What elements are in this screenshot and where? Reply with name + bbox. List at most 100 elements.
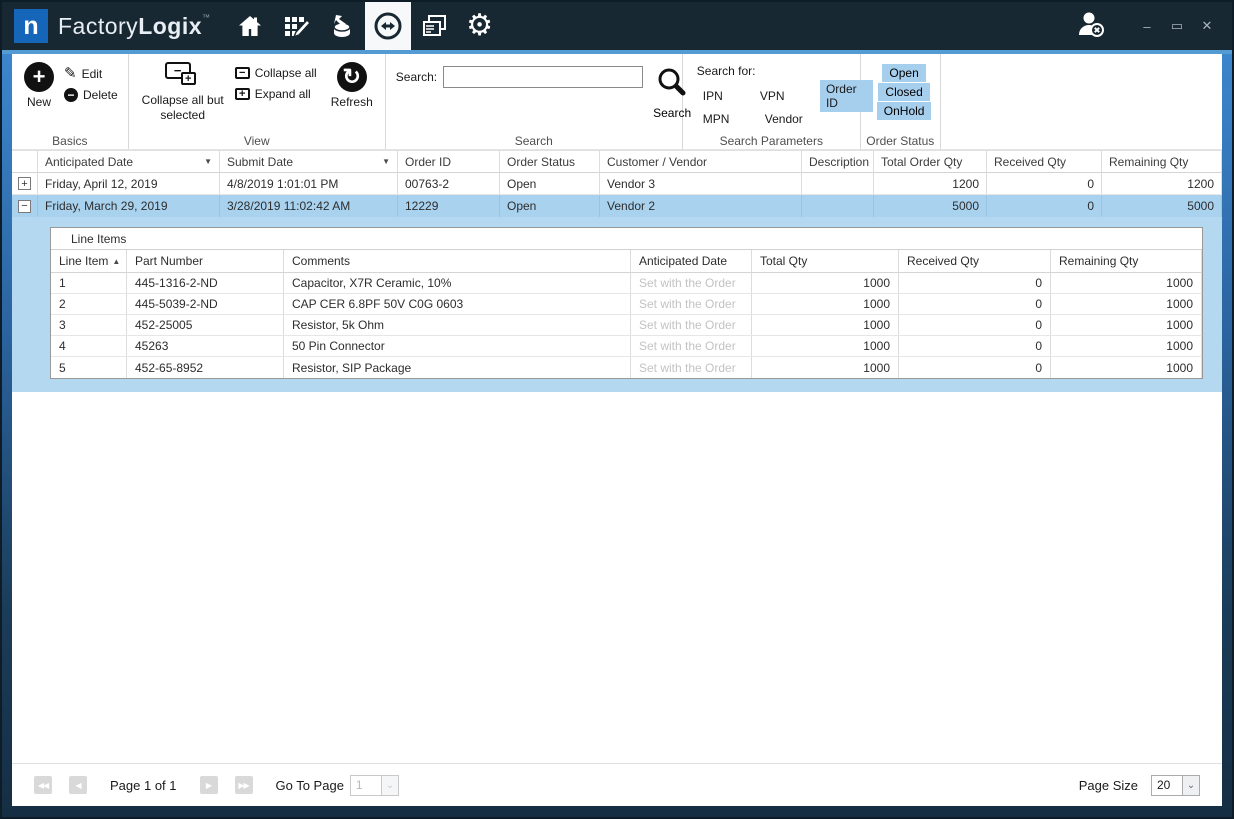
li-cell-comments: Resistor, 5k Ohm	[284, 315, 631, 335]
li-cell-received: 0	[899, 294, 1051, 314]
line-item-row-3[interactable]: 3 452-25005 Resistor, 5k Ohm Set with th…	[51, 315, 1202, 336]
li-cell-received: 0	[899, 336, 1051, 356]
params-group-label: Search Parameters	[683, 134, 860, 148]
stock-receive-icon	[328, 12, 356, 40]
column-header-order-id[interactable]: Order ID	[398, 151, 500, 173]
goto-page-combo[interactable]: 1 ⌄	[350, 775, 399, 796]
search-for-block: Search for: IPN VPN Order ID MPN Vendor	[689, 60, 880, 133]
li-header-received-qty[interactable]: Received Qty	[899, 250, 1051, 273]
cell-received-qty: 0	[987, 173, 1102, 194]
li-cell-line: 3	[51, 315, 127, 335]
expand-row-button[interactable]: +	[18, 177, 31, 190]
column-header-customer-vendor[interactable]: Customer / Vendor	[600, 151, 802, 173]
li-cell-total: 1000	[752, 357, 899, 378]
nav-materials[interactable]	[319, 2, 365, 50]
line-item-row-1[interactable]: 1 445-1316-2-ND Capacitor, X7R Ceramic, …	[51, 273, 1202, 294]
logout-user-button[interactable]	[1076, 9, 1106, 44]
pager-right: Page Size 20 ⌄	[1073, 775, 1200, 796]
user-x-icon	[1076, 26, 1106, 43]
li-cell-line: 5	[51, 357, 127, 378]
li-cell-part: 452-65-8952	[127, 357, 284, 378]
minimize-button[interactable]: –	[1132, 11, 1162, 41]
refresh-button[interactable]: ↻ Refresh	[325, 60, 379, 133]
order-row-1[interactable]: + Friday, April 12, 2019 4/8/2019 1:01:0…	[12, 173, 1222, 195]
li-cell-total: 1000	[752, 336, 899, 356]
nav-planning[interactable]	[273, 2, 319, 50]
param-vendor[interactable]: Vendor	[759, 110, 831, 128]
param-vpn[interactable]: VPN	[754, 87, 820, 105]
page-size-value: 20	[1152, 776, 1182, 795]
li-header-part-number[interactable]: Part Number	[127, 250, 284, 273]
page-indicator: Page 1 of 1	[110, 778, 177, 793]
first-page-button[interactable]: ◀◀	[34, 776, 52, 794]
gear-icon: ⚙	[466, 11, 493, 41]
line-items-header-row: Line Item ▲ Part Number Comments Anticip…	[51, 250, 1202, 273]
row-expander-cell: +	[12, 173, 38, 194]
search-input[interactable]	[443, 66, 643, 88]
previous-page-button[interactable]: ◀	[69, 776, 87, 794]
edit-button[interactable]: ✎ Edit	[64, 66, 118, 81]
title-bar: n FactoryLogix™	[2, 2, 1232, 50]
column-header-description[interactable]: Description	[802, 151, 874, 173]
li-cell-remaining: 1000	[1051, 315, 1202, 335]
brand-part1: Factory	[58, 13, 138, 39]
plus-circle-icon: +	[24, 62, 54, 92]
sort-desc-icon: ▼	[382, 157, 390, 166]
param-mpn[interactable]: MPN	[697, 110, 759, 128]
status-open-toggle[interactable]: Open	[882, 64, 925, 82]
row-expander-cell: −	[12, 195, 38, 217]
page-size-combo[interactable]: 20 ⌄	[1151, 775, 1200, 796]
order-row-2-selected[interactable]: − Friday, March 29, 2019 3/28/2019 11:02…	[12, 195, 1222, 217]
li-cell-part: 45263	[127, 336, 284, 356]
maximize-button[interactable]: ▭	[1162, 11, 1192, 41]
column-header-submit-date[interactable]: Submit Date ▼	[220, 151, 398, 173]
close-button[interactable]: ✕	[1192, 11, 1222, 41]
status-group-label: Order Status	[861, 134, 940, 148]
goto-page-label: Go To Page	[276, 778, 344, 793]
expand-all-button[interactable]: + Expand all	[235, 87, 317, 101]
collapse-row-button[interactable]: −	[18, 200, 31, 213]
cell-remaining-qty: 1200	[1102, 173, 1222, 194]
last-page-button[interactable]: ▶▶	[235, 776, 253, 794]
brand-text: FactoryLogix™	[58, 13, 211, 40]
nav-settings[interactable]: ⚙	[457, 2, 503, 50]
orders-grid: Anticipated Date ▼ Submit Date ▼ Order I…	[12, 150, 1222, 763]
column-header-received-qty[interactable]: Received Qty	[987, 151, 1102, 173]
collapse-all-button[interactable]: − Collapse all	[235, 66, 317, 80]
expanded-detail-region: Line Items Line Item ▲ Part Number Comme…	[12, 217, 1222, 392]
li-header-line-item[interactable]: Line Item ▲	[51, 250, 127, 273]
chevron-down-icon: ⌄	[381, 776, 398, 795]
cell-customer-vendor: Vendor 2	[600, 195, 802, 217]
li-cell-comments: Resistor, SIP Package	[284, 357, 631, 378]
column-header-remaining-qty[interactable]: Remaining Qty	[1102, 151, 1222, 173]
nav-orders[interactable]	[365, 2, 411, 50]
li-header-anticipated-date[interactable]: Anticipated Date	[631, 250, 752, 273]
minus-circle-icon: −	[64, 88, 78, 102]
main-nav: ⚙	[227, 2, 503, 50]
line-item-row-4[interactable]: 4 45263 50 Pin Connector Set with the Or…	[51, 336, 1202, 357]
goto-page-value: 1	[351, 776, 381, 795]
nav-reports[interactable]	[411, 2, 457, 50]
column-header-total-order-qty[interactable]: Total Order Qty	[874, 151, 987, 173]
new-button[interactable]: + New	[18, 60, 60, 133]
delete-button[interactable]: − Delete	[64, 88, 118, 102]
status-onhold-toggle[interactable]: OnHold	[877, 102, 932, 120]
line-item-row-5[interactable]: 5 452-65-8952 Resistor, SIP Package Set …	[51, 357, 1202, 378]
li-header-comments[interactable]: Comments	[284, 250, 631, 273]
line-items-title: Line Items	[51, 228, 1202, 250]
delete-button-label: Delete	[83, 88, 118, 102]
li-header-remaining-qty[interactable]: Remaining Qty	[1051, 250, 1202, 273]
nav-home[interactable]	[227, 2, 273, 50]
toolbar-spacer	[941, 54, 1222, 149]
basics-group-label: Basics	[12, 134, 128, 148]
li-cell-date: Set with the Order	[631, 357, 752, 378]
column-header-order-status[interactable]: Order Status	[500, 151, 600, 173]
line-item-row-2[interactable]: 2 445-5039-2-ND CAP CER 6.8PF 50V C0G 06…	[51, 294, 1202, 315]
li-header-total-qty[interactable]: Total Qty	[752, 250, 899, 273]
param-ipn[interactable]: IPN	[697, 87, 754, 105]
status-closed-toggle[interactable]: Closed	[878, 83, 929, 101]
collapse-all-but-selected-button[interactable]: − + Collapse all but selected	[135, 60, 231, 133]
column-header-anticipated-date[interactable]: Anticipated Date ▼	[38, 151, 220, 173]
cell-submit-date: 3/28/2019 11:02:42 AM	[220, 195, 398, 217]
next-page-button[interactable]: ▶	[200, 776, 218, 794]
